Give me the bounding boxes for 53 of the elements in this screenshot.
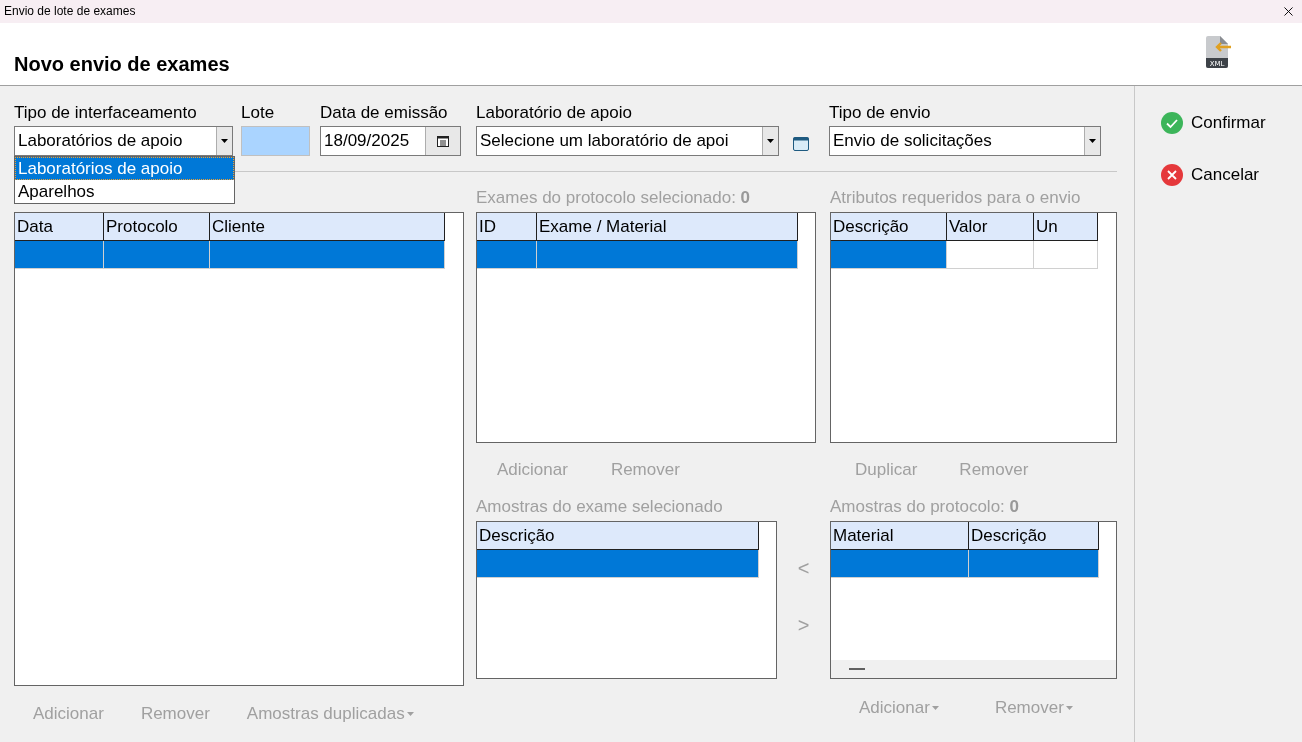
window-icon[interactable] <box>793 137 809 151</box>
caret-icon <box>767 139 774 143</box>
dropdown-field[interactable]: Laboratórios de apoio <box>14 126 233 156</box>
column-header[interactable]: Valor <box>947 213 1034 241</box>
column-header[interactable]: Descrição <box>477 522 759 550</box>
field-label: Laboratório de apoio <box>476 103 633 123</box>
caret-icon <box>1089 139 1096 143</box>
scrollbar[interactable] <box>831 660 1116 678</box>
page-title: Novo envio de exames <box>14 53 230 76</box>
grid-cell[interactable] <box>477 550 759 578</box>
column-header[interactable]: Un <box>1034 213 1098 241</box>
dialog-button[interactable]: Confirmar <box>1161 112 1266 134</box>
dropdown-field[interactable]: Envio de solicitações <box>829 126 1101 156</box>
column-header[interactable]: Protocolo <box>104 213 210 241</box>
window-title: Envio de lote de exames <box>4 4 136 19</box>
section-label: Amostras do exame selecionado <box>476 497 724 518</box>
section-label: Exames do protocolo selecionado: 0 <box>476 188 752 209</box>
grid-cell[interactable] <box>15 241 104 269</box>
caret-icon <box>931 706 939 710</box>
field-label: Lote <box>241 103 276 123</box>
grid-cell[interactable] <box>831 550 969 578</box>
dropdown-field[interactable]: Selecione um laboratório de apoi <box>476 126 779 156</box>
column-header[interactable]: Descrição <box>831 213 947 241</box>
grid-cell[interactable] <box>947 241 1034 269</box>
field-label: Data de emissão <box>320 103 449 123</box>
caret-icon <box>406 712 414 716</box>
scroll-thumb-icon[interactable] <box>849 668 865 670</box>
field-label: Tipo de envio <box>829 103 932 123</box>
grid-cell[interactable] <box>969 550 1099 578</box>
grid-cell[interactable] <box>831 241 947 269</box>
column-header[interactable]: Exame / Material <box>537 213 798 241</box>
input-field[interactable] <box>241 126 310 156</box>
date-field[interactable]: 18/09/2025 <box>320 126 461 156</box>
column-header[interactable]: ID <box>477 213 537 241</box>
caret-icon <box>221 139 228 143</box>
column-header[interactable]: Data <box>15 213 104 241</box>
grid-cell[interactable] <box>537 241 798 269</box>
section-label: Amostras do protocolo: 0 <box>830 497 1020 518</box>
caret-icon <box>1065 706 1073 710</box>
section-label: Atributos requeridos para o envio <box>830 188 1082 209</box>
check-icon <box>1161 112 1183 134</box>
column-header[interactable]: Material <box>831 522 969 550</box>
dropdown-option[interactable]: Laboratórios de apoio <box>15 157 234 180</box>
close-icon <box>1161 164 1183 186</box>
column-header[interactable]: Descrição <box>969 522 1099 550</box>
column-header[interactable]: Cliente <box>210 213 445 241</box>
dialog-button[interactable]: Cancelar <box>1161 164 1260 186</box>
grid-cell[interactable] <box>477 241 537 269</box>
grid-cell[interactable] <box>210 241 445 269</box>
field-label: Tipo de interfaceamento <box>14 103 198 123</box>
calendar-icon <box>437 135 449 147</box>
grid-cell[interactable] <box>1034 241 1098 269</box>
grid-cell[interactable] <box>104 241 210 269</box>
